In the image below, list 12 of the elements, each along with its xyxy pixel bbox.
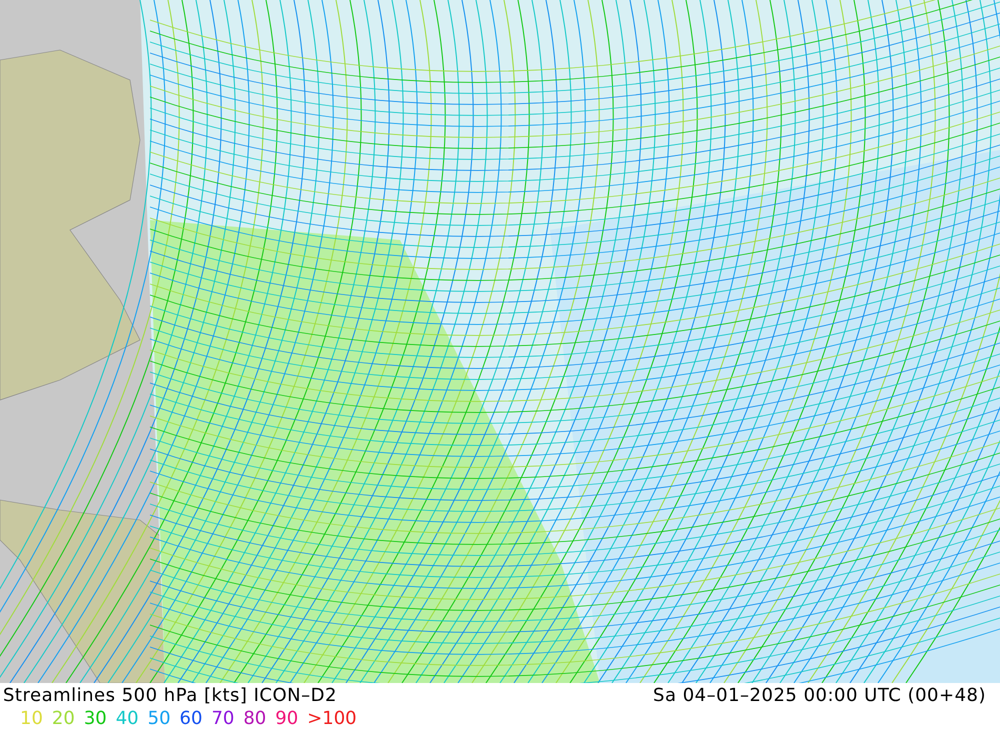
legend-value: 70 [211, 708, 234, 729]
valid-time: Sa 04–01–2025 00:00 UTC (00+48) [653, 685, 986, 706]
legend-value: 30 [84, 708, 107, 729]
chart-title: Streamlines 500 hPa [kts] ICON–D2 [3, 685, 337, 706]
legend-value: 20 [52, 708, 75, 729]
legend-value: 40 [116, 708, 139, 729]
legend-value: 90 [275, 708, 298, 729]
legend-value: 50 [148, 708, 171, 729]
legend-value: >100 [307, 708, 357, 729]
legend-value: 60 [180, 708, 202, 729]
legend-value: 80 [243, 708, 266, 729]
legend-value: 10 [20, 708, 43, 729]
